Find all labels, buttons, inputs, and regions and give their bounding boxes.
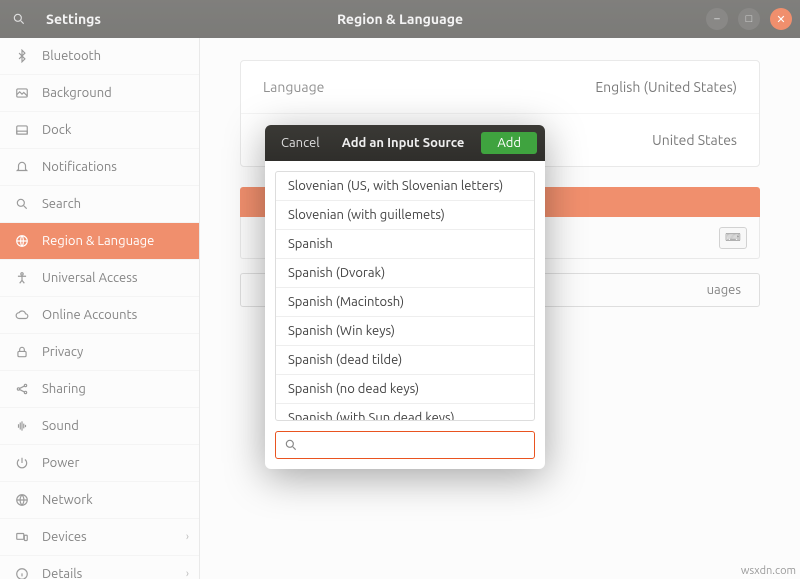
list-item[interactable]: Spanish (dead tilde): [276, 346, 534, 375]
dialog-header: Cancel Add an Input Source Add: [265, 125, 545, 161]
search-input[interactable]: [304, 438, 526, 452]
list-item[interactable]: Spanish (Win keys): [276, 317, 534, 346]
add-input-source-dialog: Cancel Add an Input Source Add Slovenian…: [265, 125, 545, 469]
list-item[interactable]: Slovenian (with guillemets): [276, 201, 534, 230]
search-icon: [284, 438, 298, 452]
list-item[interactable]: Spanish (no dead keys): [276, 375, 534, 404]
input-source-list[interactable]: Slovenian (US, with Slovenian letters)Sl…: [275, 171, 535, 421]
dialog-title: Add an Input Source: [336, 136, 474, 150]
list-item[interactable]: Spanish: [276, 230, 534, 259]
add-button[interactable]: Add: [481, 132, 537, 154]
search-field[interactable]: [275, 431, 535, 459]
list-item[interactable]: Spanish (with Sun dead keys): [276, 404, 534, 421]
cancel-button[interactable]: Cancel: [273, 132, 328, 154]
watermark: wsxdn.com: [741, 565, 796, 577]
list-item[interactable]: Spanish (Dvorak): [276, 259, 534, 288]
list-item[interactable]: Slovenian (US, with Slovenian letters): [276, 172, 534, 201]
list-item[interactable]: Spanish (Macintosh): [276, 288, 534, 317]
